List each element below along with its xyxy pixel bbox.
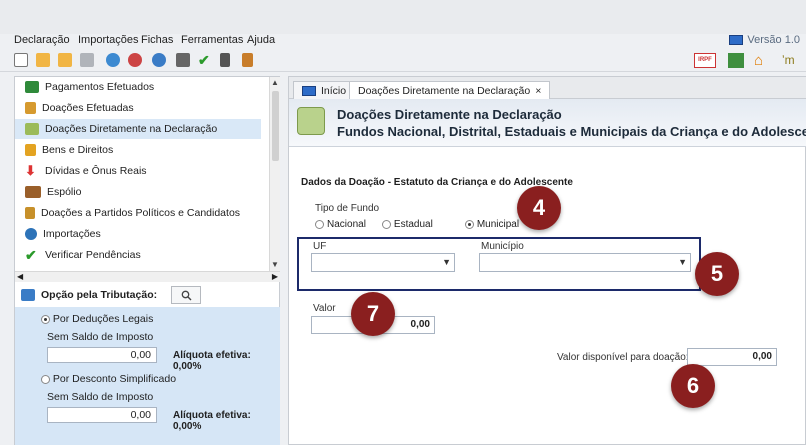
print-icon[interactable] xyxy=(176,53,190,67)
tributacao-header: Opção pela Tributação: xyxy=(15,283,280,307)
calculator-icon[interactable] xyxy=(220,53,230,67)
donation-icon xyxy=(25,102,36,114)
party-icon xyxy=(25,207,35,219)
uf-label: UF xyxy=(313,241,327,252)
chevron-down-icon: ▼ xyxy=(442,257,451,267)
toolbar: ✔ IRPF ⌂ ʼm xyxy=(0,50,806,72)
scroll-up-icon[interactable]: ▲ xyxy=(271,78,279,87)
new-file-icon[interactable] xyxy=(14,53,28,67)
horizontal-scrollbar[interactable]: ◀ ▶ xyxy=(15,271,280,282)
callout-6: 6 xyxy=(671,364,715,408)
screen-icon[interactable] xyxy=(728,53,744,68)
disponivel-value: 0,00 xyxy=(687,348,777,366)
page-subtitle: Fundos Nacional, Distrital, Estaduais e … xyxy=(337,124,806,139)
irpf-icon[interactable]: IRPF xyxy=(694,53,716,68)
municipio-label: Município xyxy=(481,241,524,252)
scroll-down-icon[interactable]: ▼ xyxy=(271,260,279,269)
tipo-fundo-label: Tipo de Fundo xyxy=(315,203,380,214)
scroll-left-icon[interactable]: ◀ xyxy=(17,272,23,281)
debt-icon: ⬇ xyxy=(25,163,36,178)
tax-icon xyxy=(21,289,35,301)
tipo-fundo-options: Nacional Estadual Municipal xyxy=(315,219,519,230)
nav-list: Pagamentos Efetuados Doações Efetuadas D… xyxy=(15,77,267,262)
menu-ajuda[interactable]: Ajuda xyxy=(247,34,275,46)
left-panel: Pagamentos Efetuados Doações Efetuadas D… xyxy=(14,76,280,445)
nav-item-pendencias[interactable]: ✔ Verificar Pendências xyxy=(25,245,141,262)
children-icon xyxy=(25,123,39,135)
valor-label: Valor xyxy=(313,303,336,314)
home-icon[interactable]: ⌂ xyxy=(754,53,770,68)
saldo-value-2: 0,00 xyxy=(47,407,157,423)
trash-icon[interactable] xyxy=(80,53,94,67)
estadual-radio[interactable] xyxy=(381,220,391,229)
open-folder-icon[interactable] xyxy=(36,53,50,67)
saldo-label-1: Sem Saldo de Imposto xyxy=(47,331,154,343)
page-header: Doações Diretamente na Declaração Fundos… xyxy=(289,99,806,147)
top-band xyxy=(0,0,806,34)
disponivel-label: Valor disponível para doação: xyxy=(557,352,689,363)
menu-fichas[interactable]: Fichas xyxy=(141,34,173,46)
tributacao-panel: Por Deduções Legais Sem Saldo de Imposto… xyxy=(15,307,280,445)
flag-icon xyxy=(302,85,316,96)
desconto-radio[interactable] xyxy=(41,374,50,384)
book-icon[interactable] xyxy=(242,53,253,67)
scroll-thumb[interactable] xyxy=(272,91,279,161)
nav-item-pagamentos[interactable]: Pagamentos Efetuados xyxy=(25,77,154,97)
deducoes-option[interactable]: Por Deduções Legais xyxy=(41,313,153,325)
menu-bar: Declaração Importações Fichas Ferramenta… xyxy=(0,34,806,48)
checkmark-icon[interactable]: ✔ xyxy=(198,53,212,67)
transmit-icon[interactable] xyxy=(128,53,142,67)
search-button[interactable] xyxy=(171,286,202,304)
payments-icon xyxy=(25,81,39,93)
nav-item-doacoes-efetuadas[interactable]: Doações Efetuadas xyxy=(25,98,134,118)
option-municipal[interactable]: Municipal xyxy=(464,219,519,230)
tab-doacoes[interactable]: Doações Diretamente na Declaração × xyxy=(349,81,551,99)
vertical-scrollbar[interactable]: ▲ ▼ xyxy=(269,77,280,271)
aliquota-1: Alíquota efetiva: 0,00% xyxy=(173,350,251,372)
callout-4: 4 xyxy=(517,186,561,230)
folder-icon[interactable] xyxy=(58,53,72,67)
callout-5: 5 xyxy=(695,252,739,296)
nav-item-dividas[interactable]: ⬇ Dívidas e Ônus Reais xyxy=(25,161,147,181)
nacional-radio[interactable] xyxy=(315,220,324,229)
menu-importacoes[interactable]: Importações xyxy=(78,34,139,46)
aliquota-2: Alíquota efetiva: 0,00% xyxy=(173,410,251,432)
municipal-radio[interactable] xyxy=(464,220,474,229)
tab-inicio[interactable]: Início xyxy=(293,81,356,99)
nav-item-partidos[interactable]: Doações a Partidos Políticos e Candidato… xyxy=(25,203,240,223)
assets-icon xyxy=(25,144,36,156)
chevron-down-icon: ▼ xyxy=(678,257,687,267)
tab-bar: Início Doações Diretamente na Declaração… xyxy=(289,77,806,99)
flag-icon xyxy=(729,35,744,45)
deducoes-radio[interactable] xyxy=(41,314,50,324)
scroll-right-icon[interactable]: ▶ xyxy=(272,272,278,281)
callout-7: 7 xyxy=(351,292,395,336)
nav-item-bens[interactable]: Bens e Direitos xyxy=(25,140,113,160)
menu-declaracao[interactable]: Declaração xyxy=(14,34,70,46)
option-nacional[interactable]: Nacional xyxy=(315,219,366,230)
municipio-select[interactable]: ▼ xyxy=(479,253,691,272)
menu-ferramentas[interactable]: Ferramentas xyxy=(181,34,243,46)
search-icon xyxy=(181,290,192,300)
close-icon[interactable]: × xyxy=(535,85,541,97)
nav-item-importacoes[interactable]: Importações xyxy=(25,224,101,244)
nav-item-doacoes-diretamente[interactable]: Doações Diretamente na Declaração xyxy=(15,119,261,139)
option-estadual[interactable]: Estadual xyxy=(381,219,433,230)
saldo-value-1: 0,00 xyxy=(47,347,157,363)
saldo-label-2: Sem Saldo de Imposto xyxy=(47,391,154,403)
import-icon xyxy=(25,228,37,240)
version-indicator: Versão 1.0 xyxy=(729,34,800,46)
ruler-icon[interactable]: ʼm xyxy=(782,53,798,68)
nav-item-espolio[interactable]: Espólio xyxy=(25,182,81,202)
desconto-option[interactable]: Por Desconto Simplificado xyxy=(41,373,176,385)
page-title: Doações Diretamente na Declaração xyxy=(337,107,562,122)
estate-icon xyxy=(25,186,41,198)
children-icon xyxy=(297,107,325,135)
uf-select[interactable]: ▼ xyxy=(311,253,455,272)
globe-icon[interactable] xyxy=(106,53,120,67)
check-icon: ✔ xyxy=(25,247,37,262)
web-icon[interactable] xyxy=(152,53,166,67)
